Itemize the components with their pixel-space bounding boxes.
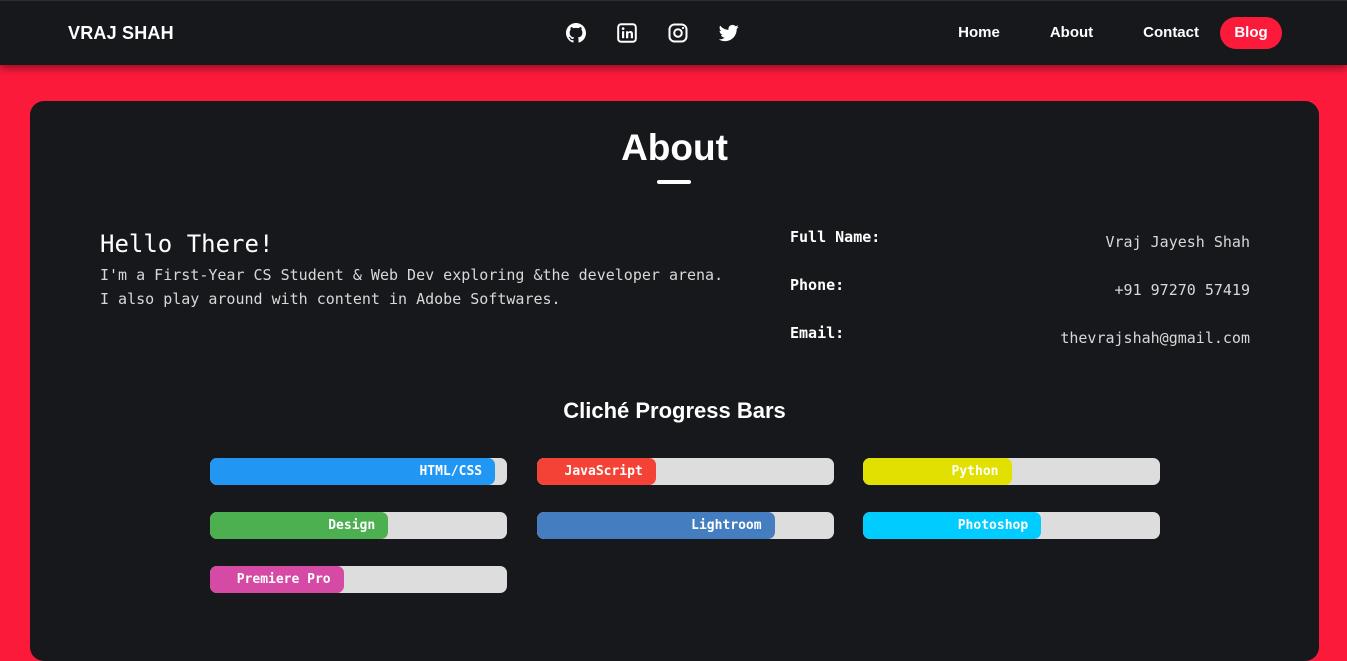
nav-contact-link[interactable]: Contact [1143, 17, 1199, 49]
progress-label: JavaScript [564, 464, 643, 479]
progress-fill: HTML/CSS [210, 458, 496, 485]
progress-fill: Lightroom [537, 512, 775, 539]
progress-fill: Photoshop [863, 512, 1042, 539]
info-row-email: Email: thevrajshah@gmail.com [790, 324, 1250, 354]
info-value: +91 97270 57419 [1114, 281, 1250, 299]
about-card: About Hello There! I'm a First-Year CS S… [30, 101, 1319, 661]
progress-fill: Premiere Pro [210, 566, 344, 593]
progress-bar-javascript: JavaScript [537, 458, 834, 485]
social-links [566, 23, 739, 43]
progress-label: HTML/CSS [419, 464, 483, 479]
info-row-phone: Phone: +91 97270 57419 [790, 276, 1250, 306]
progress-bar-html-css: HTML/CSS [210, 458, 507, 485]
progress-label: Python [951, 464, 999, 479]
progress-fill: JavaScript [537, 458, 656, 485]
progress-label: Photoshop [957, 518, 1029, 533]
progress-fill: Design [210, 512, 389, 539]
nav-home-link[interactable]: Home [958, 17, 1000, 49]
progress-label: Premiere Pro [236, 572, 331, 587]
linkedin-icon[interactable] [617, 23, 637, 43]
progress-label: Lightroom [691, 518, 762, 533]
progress-bar-python: Python [863, 458, 1160, 485]
nav-links: Home About Contact Blog [958, 17, 1282, 49]
progress-label: Design [328, 518, 376, 533]
progress-fill: Python [863, 458, 1012, 485]
github-icon[interactable] [566, 23, 586, 43]
progress-bar-premiere-pro: Premiere Pro [210, 566, 507, 593]
info-label: Email: [790, 324, 845, 342]
progress-bar-lightroom: Lightroom [537, 512, 834, 539]
nav-blog-button[interactable]: Blog [1220, 17, 1282, 49]
progress-bar-design: Design [210, 512, 507, 539]
skills-heading: Cliché Progress Bars [563, 398, 786, 423]
info-label: Phone: [790, 276, 845, 294]
info-value: thevrajshah@gmail.com [1060, 329, 1250, 347]
progress-bar-photoshop: Photoshop [863, 512, 1160, 539]
twitter-icon[interactable] [719, 23, 739, 43]
brand-logo[interactable]: VRAJ SHAH [68, 23, 174, 44]
heading-underline [657, 180, 691, 184]
nav-about-link[interactable]: About [1050, 17, 1093, 49]
about-heading: About [621, 127, 728, 168]
instagram-icon[interactable] [668, 23, 688, 43]
intro-text: I'm a First-Year CS Student & Web Dev ex… [100, 266, 724, 308]
info-value: Vraj Jayesh Shah [1105, 233, 1251, 251]
info-label: Full Name: [790, 228, 881, 246]
navbar: VRAJ SHAH Home About Contact Blog [0, 0, 1347, 65]
greeting-heading: Hello There! [100, 230, 274, 258]
info-row-full-name: Full Name: Vraj Jayesh Shah [790, 228, 1250, 258]
